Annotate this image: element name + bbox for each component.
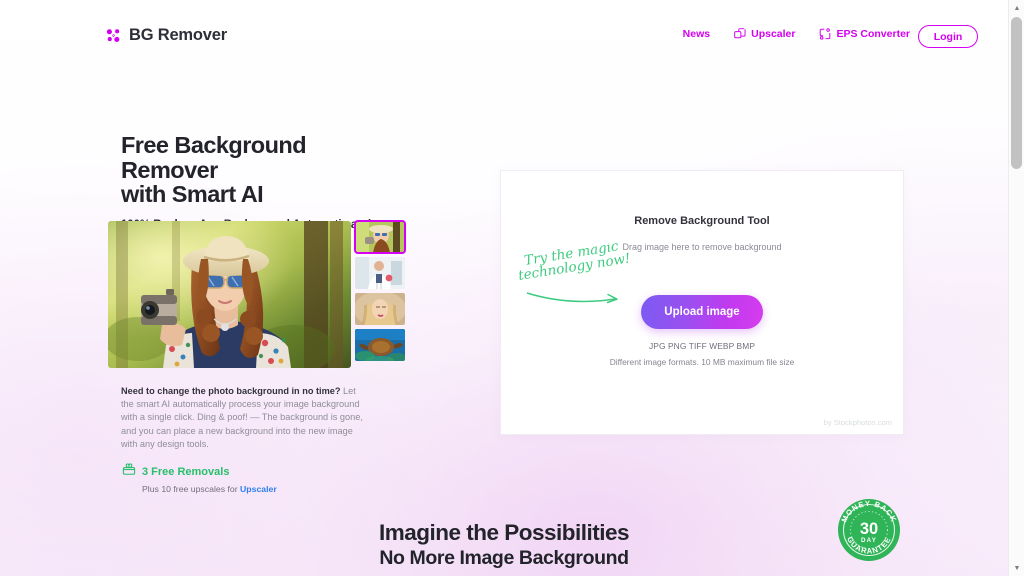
free-removals-subtitle: Plus 10 free upscales for Upscaler: [142, 484, 277, 494]
panel-drag-text: Drag image here to remove background: [622, 242, 782, 252]
page-scrollbar[interactable]: ▲ ▼: [1008, 0, 1024, 576]
nodes-icon: [819, 28, 831, 40]
thumbnail-doctor[interactable]: [355, 257, 405, 289]
scroll-up-icon[interactable]: ▲: [1009, 0, 1024, 16]
nav-label-upscaler: Upscaler: [751, 28, 796, 40]
upload-panel: Try the magic technology now! Remove Bac…: [500, 170, 904, 435]
nav-item-news[interactable]: News: [683, 28, 710, 40]
nav-item-upscaler[interactable]: Upscaler: [734, 28, 795, 40]
free-removals-block: 3 Free Removals Plus 10 free upscales fo…: [122, 462, 277, 494]
page-viewport: BG Remover News Upscaler EPS Converter L…: [0, 0, 1008, 576]
login-button[interactable]: Login: [918, 25, 978, 48]
main-nav: News Upscaler EPS Converter: [683, 28, 910, 40]
logo-text: BG Remover: [129, 26, 227, 44]
hero-body-copy: Need to change the photo background in n…: [121, 385, 371, 451]
site-header: BG Remover News Upscaler EPS Converter L…: [0, 0, 1008, 74]
overlapping-squares-icon: [734, 28, 746, 40]
scroll-down-icon[interactable]: ▼: [1009, 560, 1024, 576]
upload-image-button[interactable]: Upload image: [641, 295, 763, 329]
hero-body-lead: Need to change the photo background in n…: [121, 386, 341, 396]
thumbnail-list: [354, 220, 406, 365]
hero-image-woman-with-camera[interactable]: [108, 221, 351, 368]
thumbnail-sea-turtle[interactable]: [355, 329, 405, 361]
free-removals-title: 3 Free Removals: [142, 465, 230, 478]
panel-supported-formats: JPG PNG TIFF WEBP BMP: [648, 341, 756, 351]
panel-size-note: Different image formats. 10 MB maximum f…: [609, 357, 795, 367]
try-magic-annotation: Try the magic technology now!: [517, 238, 632, 308]
page-root: BG Remover News Upscaler EPS Converter L…: [0, 0, 1024, 576]
money-back-guarantee-badge: MONEY BACK GUARANTEE 30 DAY: [836, 497, 902, 563]
upscaler-link[interactable]: Upscaler: [240, 484, 277, 494]
scrollbar-thumb[interactable]: [1011, 17, 1022, 169]
badge-unit: DAY: [861, 537, 877, 544]
nav-label-eps-converter: EPS Converter: [836, 28, 910, 40]
thumbnail-blonde-portrait[interactable]: [355, 293, 405, 325]
nav-label-news: News: [682, 28, 711, 40]
nav-item-eps-converter[interactable]: EPS Converter: [819, 28, 910, 40]
hero-media: [108, 220, 406, 368]
panel-credit: by Stockphotos.com: [823, 418, 892, 427]
panel-title: Remove Background Tool: [634, 215, 770, 227]
site-logo[interactable]: BG Remover: [105, 26, 227, 45]
badge-number: 30: [860, 520, 878, 538]
thumbnail-woman-camera[interactable]: [354, 220, 406, 254]
scissors-icon: [105, 27, 122, 44]
free-removals-sub-prefix: Plus 10 free upscales for: [142, 484, 241, 494]
gift-icon: [122, 462, 136, 481]
page-title: Free Background Remover with Smart AI: [121, 132, 307, 207]
